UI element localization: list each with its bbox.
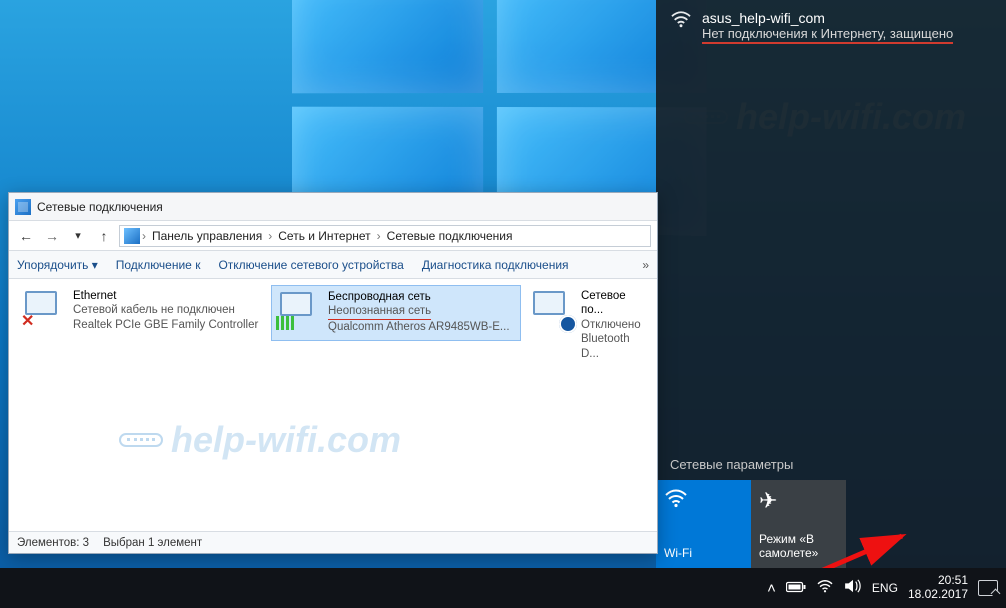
watermark: help-wifi.com (119, 419, 401, 461)
connection-status: Нет подключения к Интернету, защищено (702, 26, 953, 44)
window-title: Сетевые подключения (37, 200, 163, 214)
adapter-name: Сетевое по... (581, 289, 641, 318)
connect-to-button[interactable]: Подключение к (116, 258, 201, 272)
wifi-tile[interactable]: Wi-Fi (656, 480, 751, 568)
ethernet-icon (21, 289, 65, 329)
quick-tiles: Wi-Fi ✈ Режим «В самолете» (656, 480, 846, 568)
volume-icon[interactable] (844, 579, 862, 597)
network-connections-window: Сетевые подключения ← → ▾ ↑ › Панель упр… (8, 192, 658, 554)
wifi-adapter-icon (276, 290, 320, 330)
wifi-tray-icon[interactable] (816, 579, 834, 597)
up-button[interactable]: ↑ (93, 225, 115, 247)
adapter-name: Ethernet (73, 289, 258, 303)
disable-device-button[interactable]: Отключение сетевого устройства (218, 258, 403, 272)
connections-list: Ethernet Сетевой кабель не подключен Rea… (9, 279, 657, 531)
status-bar: Элементов: 3 Выбран 1 элемент (9, 531, 657, 553)
wifi-icon (664, 488, 743, 514)
adapter-status: Сетевой кабель не подключен (73, 303, 258, 317)
organize-menu[interactable]: Упорядочить ▾ (17, 258, 98, 272)
crumb-control-panel[interactable]: Панель управления (148, 229, 266, 243)
recent-dropdown[interactable]: ▾ (67, 225, 89, 247)
adapter-device: Qualcomm Atheros AR9485WB-E... (328, 320, 510, 334)
current-connection[interactable]: asus_help-wifi_com Нет подключения к Инт… (670, 10, 992, 44)
adapter-device: Realtek PCIe GBE Family Controller (73, 318, 258, 332)
adapter-status: Неопознанная сеть (328, 304, 431, 319)
elements-count: Элементов: 3 (17, 537, 89, 549)
location-icon (124, 228, 140, 244)
app-icon (15, 199, 31, 215)
breadcrumb[interactable]: › Панель управления › Сеть и Интернет › … (119, 225, 651, 247)
wifi-icon (670, 10, 692, 34)
airplane-tile-label: Режим «В самолете» (759, 532, 838, 560)
system-tray: ˄ ENG 20:51 18.02.2017 (767, 574, 998, 602)
forward-button: → (41, 225, 63, 247)
battery-icon[interactable] (786, 580, 806, 597)
network-flyout: asus_help-wifi_com Нет подключения к Инт… (656, 0, 1006, 568)
diagnose-button[interactable]: Диагностика подключения (422, 258, 569, 272)
titlebar[interactable]: Сетевые подключения (9, 193, 657, 221)
action-center-icon[interactable] (978, 580, 998, 596)
network-settings-link[interactable]: Сетевые параметры (670, 457, 793, 472)
adapter-device: Bluetooth D... (581, 332, 641, 361)
address-bar: ← → ▾ ↑ › Панель управления › Сеть и Инт… (9, 221, 657, 251)
tray-overflow-icon[interactable]: ˄ (767, 580, 776, 597)
adapter-name: Беспроводная сеть (328, 290, 510, 304)
clock[interactable]: 20:51 18.02.2017 (908, 574, 968, 602)
language-indicator[interactable]: ENG (872, 581, 898, 595)
adapter-wifi[interactable]: Беспроводная сеть Неопознанная сеть Qual… (271, 285, 521, 341)
adapter-ethernet[interactable]: Ethernet Сетевой кабель не подключен Rea… (17, 285, 267, 341)
airplane-icon: ✈ (759, 488, 838, 514)
date: 18.02.2017 (908, 588, 968, 602)
adapter-status: Отключено (581, 318, 641, 332)
command-bar: Упорядочить ▾ Подключение к Отключение с… (9, 251, 657, 279)
wifi-tile-label: Wi-Fi (664, 546, 743, 560)
ssid-label: asus_help-wifi_com (702, 10, 953, 26)
crumb-connections[interactable]: Сетевые подключения (383, 229, 517, 243)
taskbar: ˄ ENG 20:51 18.02.2017 (0, 568, 1006, 608)
back-button[interactable]: ← (15, 225, 37, 247)
crumb-network-internet[interactable]: Сеть и Интернет (274, 229, 374, 243)
time: 20:51 (908, 574, 968, 588)
bluetooth-adapter-icon (529, 289, 573, 329)
airplane-tile[interactable]: ✈ Режим «В самолете» (751, 480, 846, 568)
selected-count: Выбран 1 элемент (103, 537, 202, 549)
more-commands[interactable]: » (642, 258, 649, 272)
adapter-bluetooth[interactable]: Сетевое по... Отключено Bluetooth D... (525, 285, 645, 341)
